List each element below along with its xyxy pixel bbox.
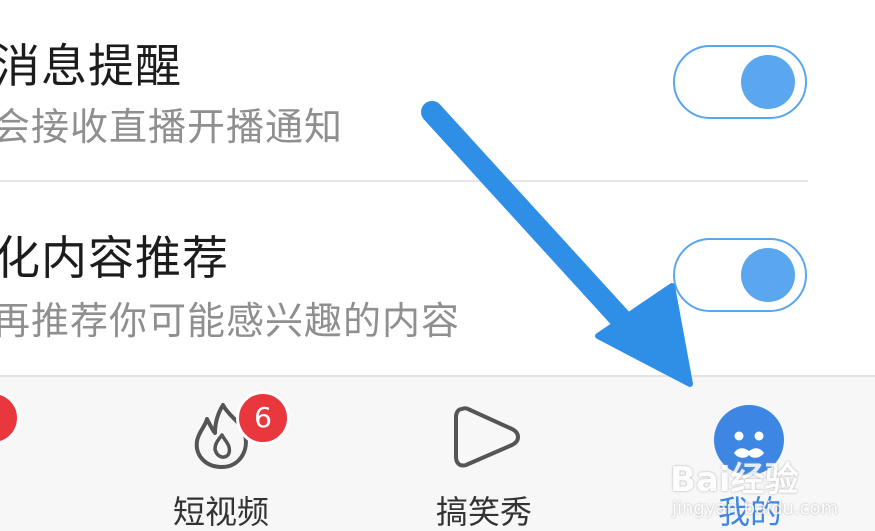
toggle-knob: [741, 55, 795, 109]
message-reminder-toggle[interactable]: [673, 45, 807, 119]
bottom-tab-bar: 9 6 短视频 搞笑秀 我的: [0, 375, 875, 531]
notification-badge: 9: [0, 391, 20, 445]
play-triangle-icon: [454, 406, 520, 468]
setting-title: 化内容推荐: [0, 231, 229, 285]
setting-subtitle: 再推荐你可能感兴趣的内容: [0, 299, 461, 343]
setting-row-content-recommend: 化内容推荐 再推荐你可能感兴趣的内容: [0, 196, 875, 376]
toggle-knob: [741, 248, 795, 302]
setting-subtitle: 会接收直播开播通知: [0, 105, 344, 149]
tab-short-video[interactable]: 6 短视频: [165, 377, 290, 531]
content-recommend-toggle[interactable]: [673, 238, 807, 312]
notification-badge: 6: [236, 391, 290, 445]
row-divider: [0, 180, 808, 182]
tab-label: 我的: [718, 493, 783, 531]
tab-mine[interactable]: 我的: [700, 377, 810, 531]
tab-partial[interactable]: 9: [0, 377, 80, 531]
tab-label: 短视频: [173, 493, 270, 531]
profile-face-icon: [714, 405, 784, 475]
setting-row-message-reminder: 消息提醒 会接收直播开播通知: [0, 0, 875, 180]
setting-title: 消息提醒: [0, 39, 182, 93]
tab-label: 搞笑秀: [436, 493, 533, 531]
tab-funny-show[interactable]: 搞笑秀: [430, 377, 550, 531]
notification-settings-screen: 消息提醒 会接收直播开播通知 化内容推荐 再推荐你可能感兴趣的内容 9 6 短视…: [0, 0, 875, 531]
